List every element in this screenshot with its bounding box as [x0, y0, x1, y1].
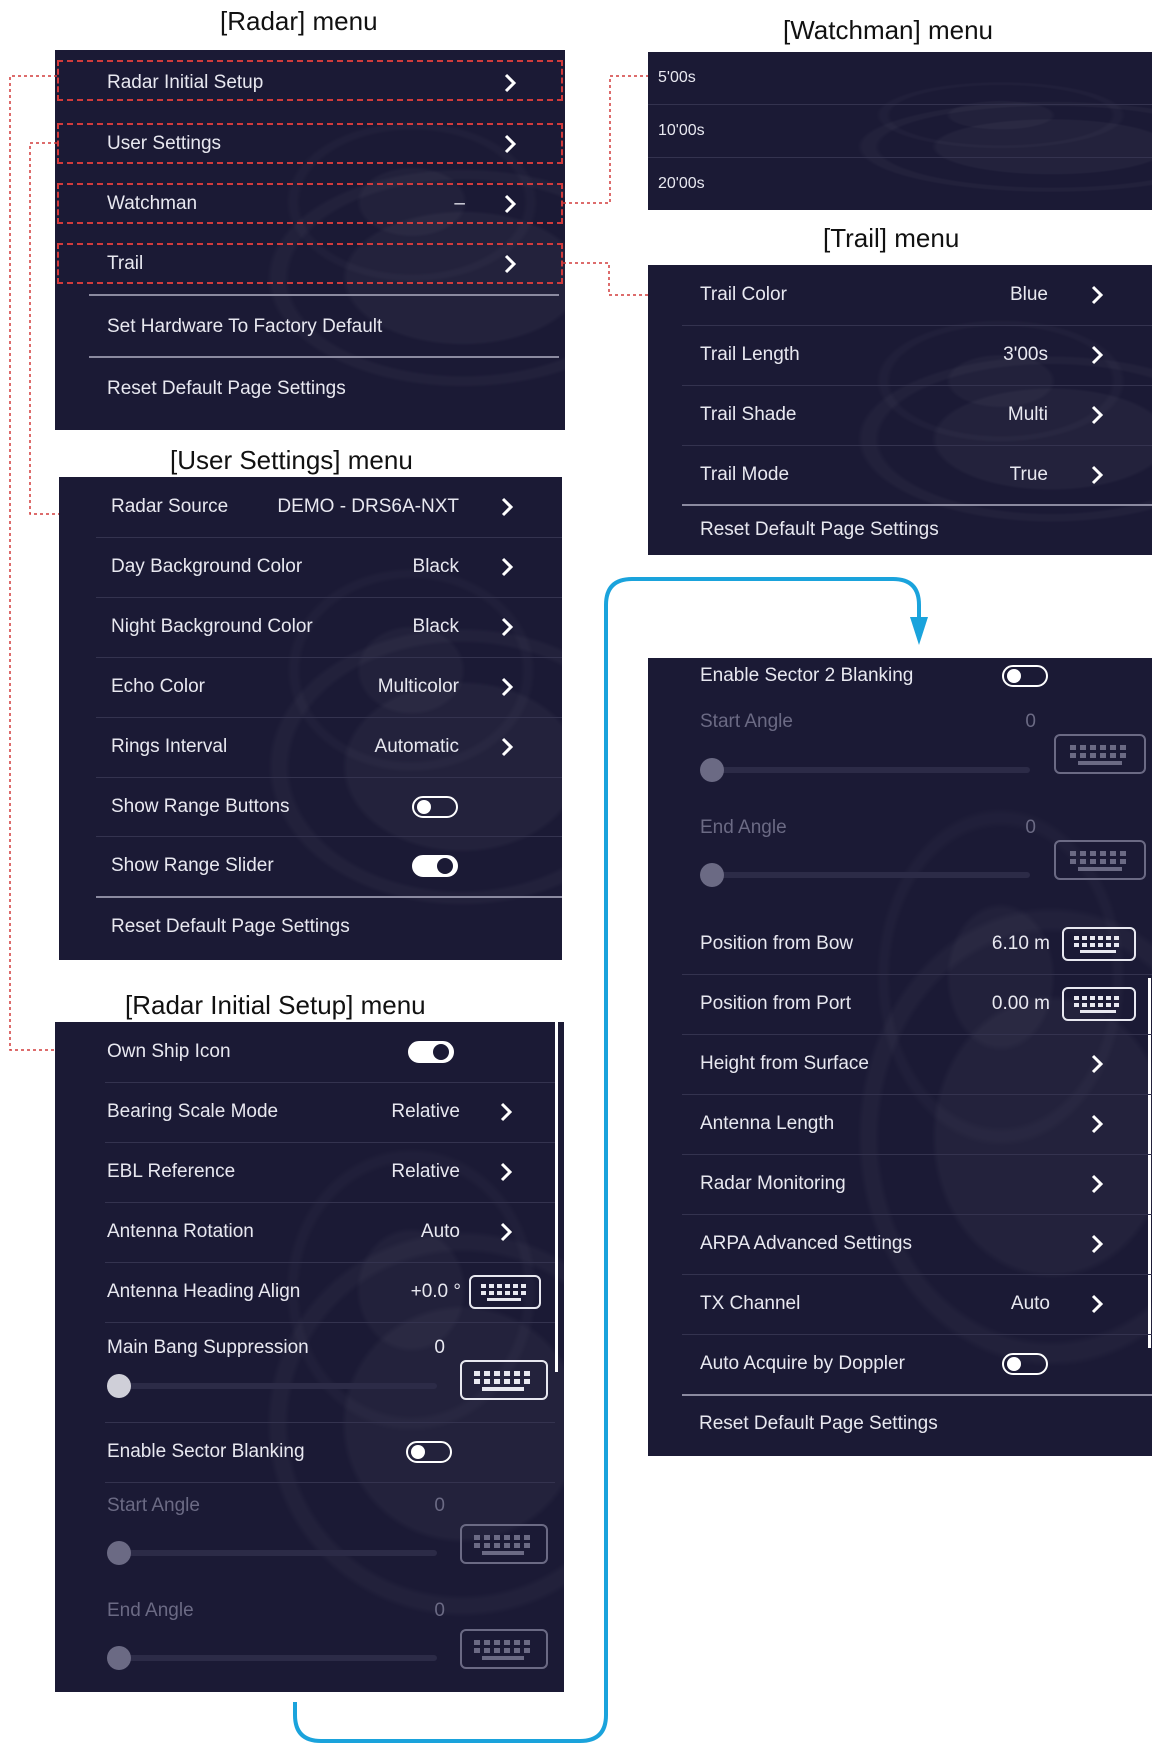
continuation-arrow [293, 577, 921, 1743]
connector-user-settings [29, 142, 59, 515]
connector-initial-setup [9, 75, 57, 1051]
connector-watchman [563, 75, 648, 204]
connector-trail [563, 262, 648, 296]
continuation-arrowhead [910, 617, 928, 645]
connector-lines [9, 75, 928, 1743]
